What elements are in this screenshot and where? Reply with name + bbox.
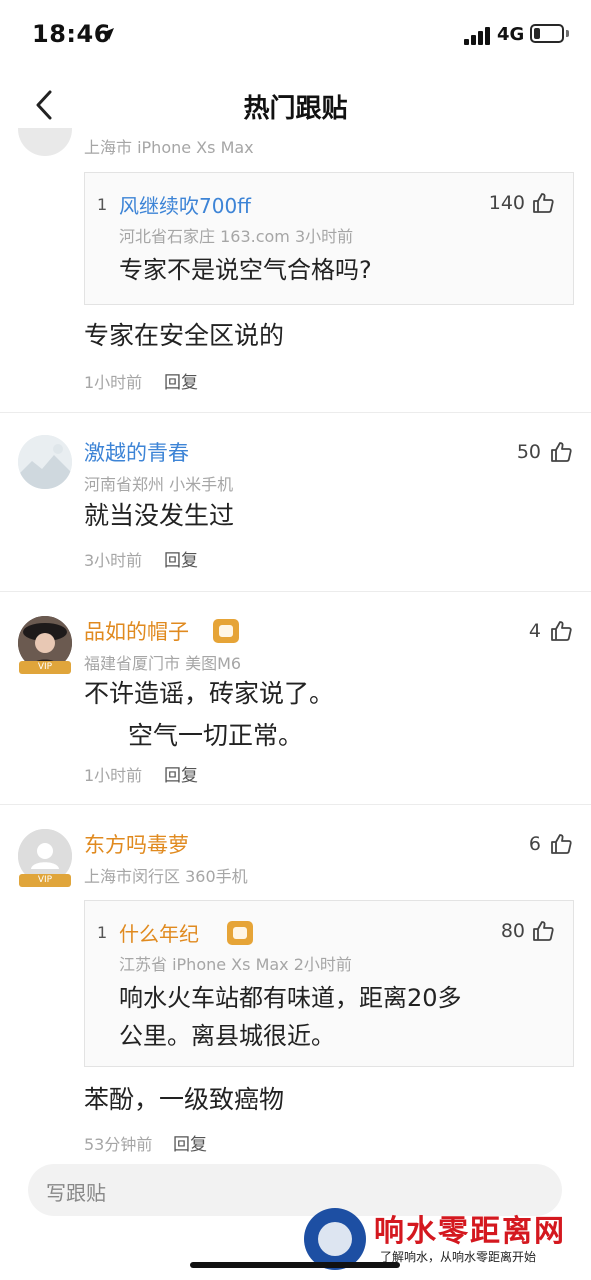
reply-button[interactable]: 回复 [164,368,198,393]
avatar[interactable] [18,128,72,156]
like-count: 4 [528,620,541,642]
quote-username[interactable]: 什么年纪 [119,918,199,947]
page-title: 热门跟贴 [243,94,348,124]
like-count: 140 [488,192,525,214]
site-logo-icon [304,1208,366,1270]
comment-item: VIP 东方吗毒萝 6 上海市闵行区 360手机 1 什么年纪 80 江苏省 i… [0,805,591,1158]
comment-text-line: 空气一切正常。 [128,721,304,750]
like-button[interactable]: 6 [529,832,573,856]
home-indicator[interactable] [190,1262,400,1268]
thumbs-up-icon [551,834,572,854]
comment-username[interactable]: 品如的帽子 [84,616,189,646]
quote-like-button[interactable]: 80 [501,919,555,943]
network-label: 4G [497,24,525,45]
reply-button[interactable]: 回复 [164,546,198,571]
quote-text-line: 响水火车站都有味道，距离20多 [119,984,462,1012]
watermark-subtitle: 了解响水，从响水零距离开始 [380,1250,537,1264]
quote-text: 专家不是说空气合格吗? [119,256,372,284]
member-badge-icon [213,619,239,643]
thumbs-up-icon [551,621,572,641]
battery-tip [566,30,569,37]
member-badge-icon [227,921,253,945]
vip-badge: VIP [19,661,71,674]
location-arrow-icon [102,28,114,40]
battery-icon [530,24,564,43]
comment-username[interactable]: 激越的青春 [84,437,189,467]
thumbs-up-icon [533,193,554,213]
comment-list[interactable]: 上海市 iPhone Xs Max 1 风继续吹700ff 140 河北省石家庄… [0,128,591,1158]
vip-badge: VIP [19,874,71,887]
reply-placeholder: 写跟贴 [46,1181,106,1205]
like-button[interactable]: 50 [517,440,573,464]
thumbs-up-icon [533,921,554,941]
quoted-comment: 1 风继续吹700ff 140 河北省石家庄 163.com 3小时前 专家不是… [84,172,574,305]
reply-button[interactable]: 回复 [164,761,198,786]
comment-text-line: 不许造谣，砖家说了。 [84,679,335,708]
quoted-comment: 1 什么年纪 80 江苏省 iPhone Xs Max 2小时前 响水火车站都有… [84,900,574,1067]
reply-button[interactable]: 回复 [173,1130,207,1155]
quote-floor-number: 1 [97,195,108,214]
comment-time: 1小时前 [84,373,143,392]
quote-username[interactable]: 风继续吹700ff [119,190,251,219]
comment-text: 专家在安全区说的 [84,321,285,350]
quote-text-line: 公里。离县城很近。 [119,1022,335,1050]
status-time: 18:46 [32,20,111,48]
thumbs-up-icon [551,442,572,462]
partial-comment-header: 上海市 iPhone Xs Max [0,128,591,158]
landscape-avatar-icon [18,435,72,489]
comment-item: VIP 品如的帽子 4 福建省厦门市 美图M6 不许造谣，砖家说了。 空气一切正… [0,592,591,804]
like-count: 80 [500,920,525,942]
signal-icon [464,27,492,45]
comment-text: 苯酚，一级致癌物 [84,1085,285,1114]
like-count: 50 [516,441,541,463]
comment-meta: 上海市闵行区 360手机 [84,867,248,886]
quote-like-button[interactable]: 140 [489,191,555,215]
comment-username[interactable]: 东方吗毒萝 [84,829,189,859]
comment-item: 激越的青春 50 河南省郑州 小米手机 就当没发生过 3小时前 回复 [0,413,591,591]
quote-floor-number: 1 [97,923,108,942]
quote-meta: 江苏省 iPhone Xs Max 2小时前 [119,955,352,974]
comment-text: 就当没发生过 [84,501,235,530]
like-button[interactable]: 4 [529,619,573,643]
comment-time: 3小时前 [84,551,143,570]
status-bar: 18:46 4G [0,0,591,70]
like-count: 6 [528,833,541,855]
comment-meta: 福建省厦门市 美图M6 [84,654,242,673]
comment-meta: 河南省郑州 小米手机 [84,475,234,494]
comment-time: 53分钟前 [84,1135,153,1154]
quote-meta: 河北省石家庄 163.com 3小时前 [119,227,354,246]
avatar[interactable] [18,435,72,489]
comment-meta: 上海市 iPhone Xs Max [84,138,254,157]
comment-time: 1小时前 [84,766,143,785]
watermark-title: 响水零距离网 [374,1214,566,1249]
